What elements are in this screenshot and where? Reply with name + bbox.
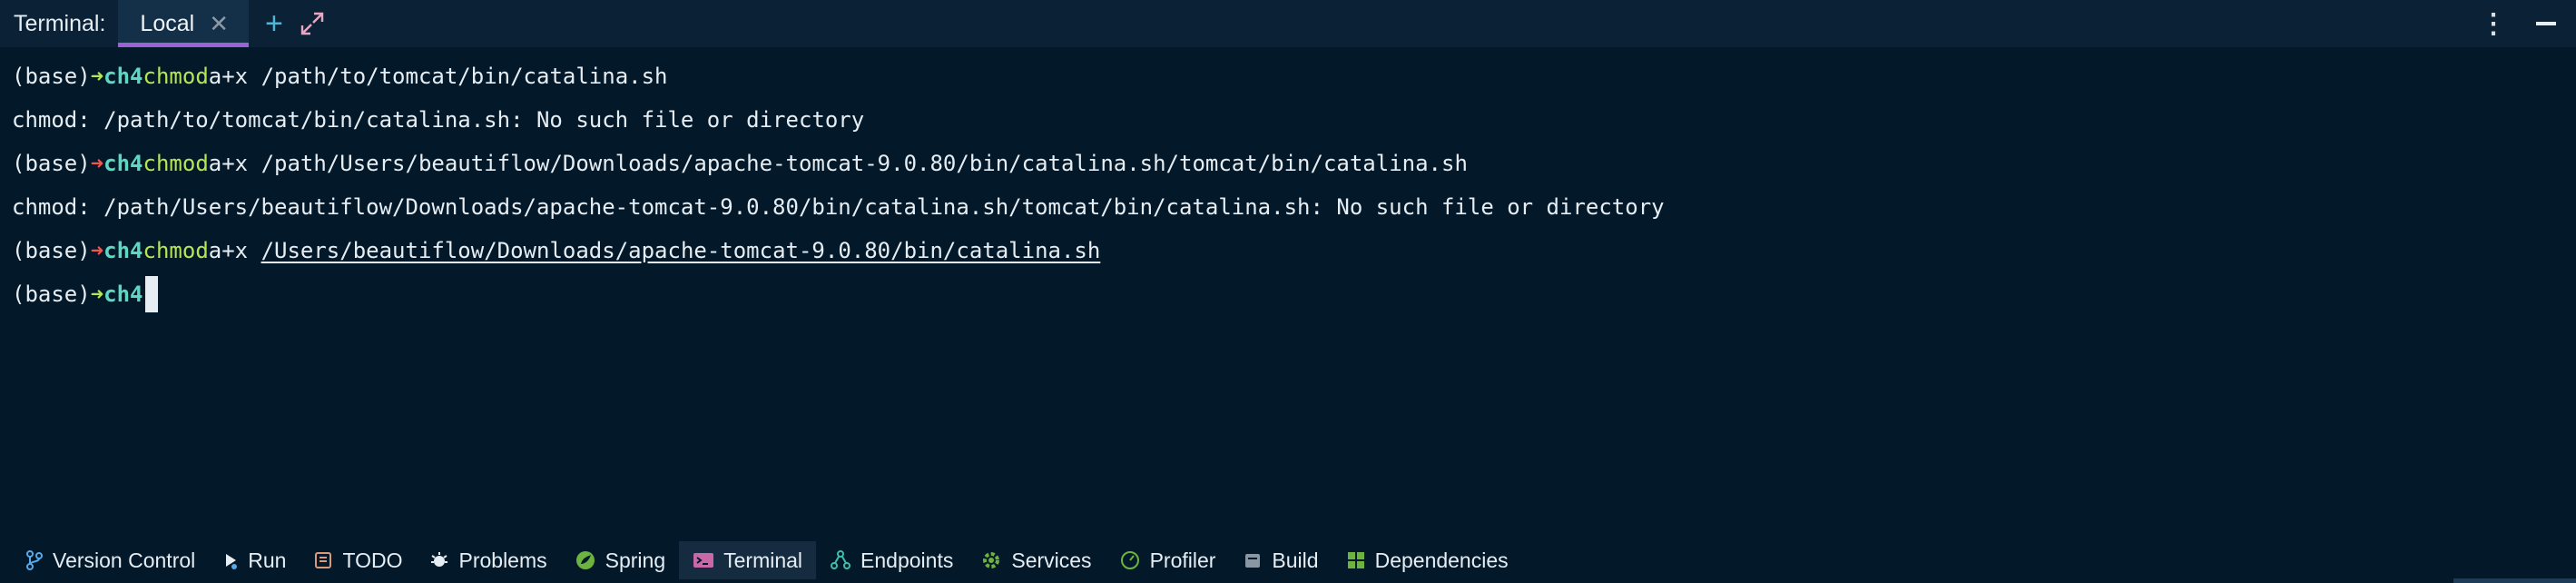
command-args: a+x: [208, 237, 261, 263]
tool-window-todo[interactable]: TODO: [300, 541, 416, 579]
status-indicator: [2453, 578, 2576, 583]
todo-icon: [313, 550, 333, 570]
tool-window-label: Dependencies: [1374, 548, 1509, 572]
tool-window-label: TODO: [342, 548, 403, 572]
prompt-arrow-icon: ➜: [90, 150, 104, 176]
minimize-icon[interactable]: [2536, 22, 2556, 25]
run-icon: [222, 550, 239, 570]
command-name: chmod: [143, 150, 209, 176]
conda-env-label: (base): [12, 237, 91, 263]
tab-label[interactable]: Local: [140, 11, 194, 37]
conda-env-label: (base): [12, 150, 91, 176]
profiler-icon: [1119, 549, 1141, 571]
tool-window-bar: Version Control Run TODO Problems Spring Term…: [0, 538, 2576, 583]
tool-window-label: Run: [248, 548, 287, 572]
tool-window-label: Problems: [458, 548, 547, 572]
build-icon: [1243, 550, 1263, 570]
command-name: chmod: [143, 237, 209, 263]
output-text: chmod: /path/to/tomcat/bin/catalina.sh: …: [12, 106, 865, 133]
tool-window-label: Build: [1272, 548, 1319, 572]
command-args: a+x /path/Users/beautiflow/Downloads/apa…: [208, 150, 1468, 176]
tool-window-run[interactable]: Run: [209, 541, 300, 579]
tool-window-label: Spring: [605, 548, 666, 572]
file-path-link[interactable]: /Users/beautiflow/Downloads/apache-tomca…: [261, 233, 1101, 269]
tool-window-label: Version Control: [53, 548, 196, 572]
current-directory: ch4: [103, 150, 143, 176]
output-line: chmod: /path/Users/beautiflow/Downloads/…: [12, 185, 2535, 229]
tool-window-services[interactable]: Services: [967, 541, 1105, 579]
prompt-line: (base) ➜ ch4 chmod a+x /path/Users/beaut…: [12, 142, 2535, 185]
prompt-line: (base) ➜ ch4 chmod a+x /Users/beautiflow…: [12, 229, 2535, 272]
spring-icon: [575, 549, 596, 571]
expand-icon[interactable]: [300, 11, 325, 36]
tool-window-problems[interactable]: Problems: [416, 541, 560, 579]
terminal-icon: [693, 551, 714, 569]
terminal-output[interactable]: (base) ➜ ch4 chmod a+x /path/to/tomcat/b…: [12, 54, 2535, 527]
version-control-icon: [25, 549, 44, 571]
output-line: chmod: /path/to/tomcat/bin/catalina.sh: …: [12, 98, 2535, 142]
prompt-line: (base) ➜ ch4: [12, 272, 2535, 316]
services-icon: [980, 549, 1002, 571]
prompt-arrow-icon: ➜: [90, 281, 104, 307]
tool-window-label: Terminal: [723, 548, 803, 572]
tool-window-terminal[interactable]: Terminal: [679, 541, 817, 579]
close-icon[interactable]: ✕: [209, 12, 229, 35]
prompt-line: (base) ➜ ch4 chmod a+x /path/to/tomcat/b…: [12, 54, 2535, 98]
tab-local[interactable]: Local ✕: [118, 0, 249, 47]
tool-window-version-control[interactable]: Version Control: [12, 541, 209, 579]
conda-env-label: (base): [12, 63, 91, 89]
prompt-arrow-icon: ➜: [90, 237, 104, 263]
tool-window-label: Profiler: [1149, 548, 1216, 572]
current-directory: ch4: [103, 63, 143, 89]
tool-window-dependencies[interactable]: Dependencies: [1332, 541, 1522, 579]
problems-icon: [429, 550, 449, 570]
scrollbar[interactable]: [2508, 47, 2535, 529]
tool-window-spring[interactable]: Spring: [561, 541, 679, 579]
tool-window-build[interactable]: Build: [1229, 541, 1332, 579]
output-text: chmod: /path/Users/beautiflow/Downloads/…: [12, 193, 1665, 220]
tool-window-label: Services: [1011, 548, 1092, 572]
tool-window-profiler[interactable]: Profiler: [1106, 541, 1230, 579]
tool-window-label: Endpoints: [860, 548, 954, 572]
tool-window-title: Terminal:: [14, 10, 106, 36]
conda-env-label: (base): [12, 281, 91, 307]
command-name: chmod: [143, 63, 209, 89]
command-args: a+x /path/to/tomcat/bin/catalina.sh: [208, 63, 668, 89]
tool-window-endpoints[interactable]: Endpoints: [816, 541, 967, 579]
current-directory: ch4: [103, 281, 143, 307]
endpoints-icon: [830, 549, 851, 571]
prompt-arrow-icon: ➜: [90, 63, 104, 89]
dependencies-icon: [1346, 550, 1366, 570]
current-directory: ch4: [103, 237, 143, 263]
terminal-tab-bar: Terminal: Local ✕ + ⋮: [0, 0, 2576, 47]
text-cursor: [144, 276, 158, 312]
add-tab-icon[interactable]: +: [265, 8, 283, 39]
options-icon[interactable]: ⋮: [2480, 8, 2507, 40]
